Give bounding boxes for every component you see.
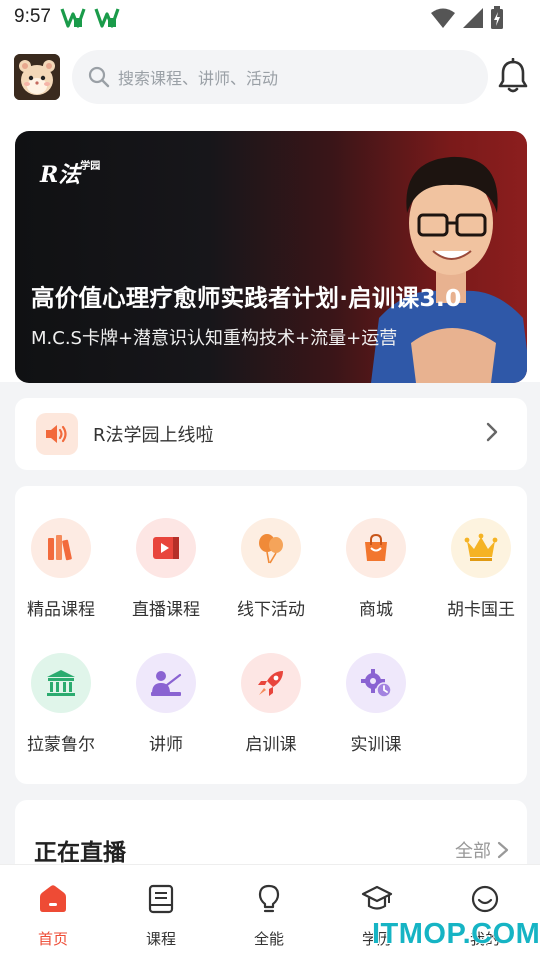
shopping-bag-icon bbox=[365, 533, 387, 561]
notification-app-icon bbox=[94, 8, 120, 28]
profile-smile-icon bbox=[471, 885, 499, 913]
category-icon-bg bbox=[451, 518, 511, 578]
category-label: 商城 bbox=[359, 600, 393, 620]
status-bar: 9:57 bbox=[0, 0, 540, 36]
avatar[interactable] bbox=[14, 54, 60, 100]
notification-app-icon bbox=[60, 8, 86, 28]
notice-icon-wrap bbox=[36, 413, 78, 455]
category-icon-bg bbox=[136, 653, 196, 713]
wifi-icon bbox=[431, 8, 455, 28]
signal-icon bbox=[463, 8, 483, 28]
category-item-huka-king[interactable]: 胡卡国王 bbox=[429, 518, 533, 628]
announcement-bar[interactable]: R法学园上线啦 bbox=[15, 398, 527, 470]
category-label: 精品课程 bbox=[27, 600, 95, 620]
bell-icon[interactable] bbox=[498, 58, 528, 94]
view-all-label: 全部 bbox=[455, 841, 491, 862]
search-input[interactable]: 搜索课程、讲师、活动 bbox=[72, 50, 488, 104]
rocket-icon bbox=[258, 671, 283, 696]
search-placeholder: 搜索课程、讲师、活动 bbox=[118, 69, 279, 88]
category-item-lecturer[interactable]: 讲师 bbox=[114, 653, 218, 763]
category-icon-bg bbox=[136, 518, 196, 578]
category-label: 实训课 bbox=[350, 735, 402, 755]
chevron-right-icon bbox=[486, 422, 498, 442]
category-label: 线下活动 bbox=[237, 600, 305, 620]
category-item-mall[interactable]: 商城 bbox=[324, 518, 428, 628]
tab-home[interactable]: 首页 bbox=[13, 883, 93, 949]
category-label: 拉蒙鲁尔 bbox=[27, 735, 95, 755]
category-icon-bg bbox=[241, 518, 301, 578]
category-item-offline-events[interactable]: 线下活动 bbox=[219, 518, 323, 628]
tab-courses[interactable]: 课程 bbox=[121, 883, 201, 949]
live-video-icon bbox=[153, 537, 179, 559]
home-icon bbox=[40, 885, 66, 912]
hamster-avatar-icon bbox=[14, 54, 60, 100]
lightbulb-icon bbox=[258, 884, 280, 913]
tab-label: 全能 bbox=[253, 930, 284, 948]
category-icon-bg bbox=[241, 653, 301, 713]
speaker-icon bbox=[46, 425, 67, 443]
category-item-live-courses[interactable]: 直播课程 bbox=[114, 518, 218, 628]
museum-icon bbox=[47, 670, 75, 696]
banner-subtitle: M.C.S卡牌+潜意识认知重构技术+流量+运营 bbox=[31, 328, 398, 349]
category-label: 讲师 bbox=[149, 735, 183, 755]
category-icon-bg bbox=[31, 518, 91, 578]
tab-label: 课程 bbox=[145, 930, 176, 948]
category-item-initiation-course[interactable]: 启训课 bbox=[219, 653, 323, 763]
top-area: 搜索课程、讲师、活动 R法学园 高价值心理疗愈师实践者计划·启训课3.0 M.C… bbox=[0, 36, 540, 383]
promo-banner[interactable]: R法学园 高价值心理疗愈师实践者计划·启训课3.0 M.C.S卡牌+潜意识认知重… bbox=[15, 131, 527, 383]
category-item-ramon-lull[interactable]: 拉蒙鲁尔 bbox=[9, 653, 113, 763]
watermark-text: ITMOP.COM bbox=[372, 918, 540, 950]
graduation-cap-icon bbox=[361, 885, 393, 910]
search-icon bbox=[88, 66, 110, 88]
category-label: 启训课 bbox=[245, 735, 297, 755]
view-all-live-link[interactable]: 全部 bbox=[455, 837, 509, 863]
category-icon-bg bbox=[346, 653, 406, 713]
tab-all-round[interactable]: 全能 bbox=[229, 883, 309, 949]
banner-logo: R法学园 bbox=[40, 161, 101, 188]
teacher-icon bbox=[151, 671, 182, 696]
tab-label: 首页 bbox=[37, 930, 68, 948]
chevron-right-icon bbox=[497, 841, 509, 859]
category-grid: 精品课程 直播课程 线下活动 商城 胡卡国王 拉蒙鲁尔 讲师 启训课 实训课 bbox=[15, 486, 527, 784]
category-label: 直播课程 bbox=[132, 600, 200, 620]
category-label: 胡卡国王 bbox=[447, 600, 515, 620]
banner-title: 高价值心理疗愈师实践者计划·启训课3.0 bbox=[31, 284, 462, 312]
gear-clock-icon bbox=[361, 669, 392, 698]
announcement-text: R法学园上线啦 bbox=[93, 425, 214, 446]
category-icon-bg bbox=[31, 653, 91, 713]
crown-icon bbox=[464, 533, 498, 561]
status-icons bbox=[430, 5, 504, 31]
course-book-icon bbox=[148, 884, 174, 914]
category-icon-bg bbox=[346, 518, 406, 578]
status-time: 9:57 bbox=[14, 6, 51, 27]
battery-icon bbox=[491, 6, 503, 29]
category-item-practical-training[interactable]: 实训课 bbox=[324, 653, 428, 763]
category-item-featured-courses[interactable]: 精品课程 bbox=[9, 518, 113, 628]
live-section-title: 正在直播 bbox=[34, 840, 126, 866]
balloons-icon bbox=[259, 534, 283, 564]
books-icon bbox=[48, 535, 72, 561]
